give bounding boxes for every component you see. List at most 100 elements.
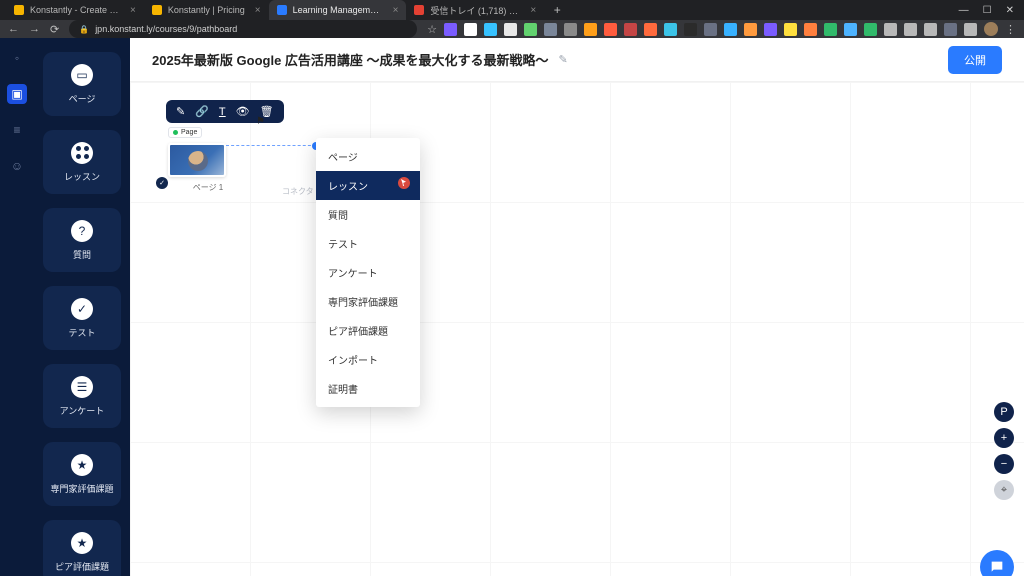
- publish-button[interactable]: 公開: [948, 46, 1002, 74]
- menu-item-lesson[interactable]: レッスン: [316, 171, 420, 200]
- palette-lesson[interactable]: レッスン: [43, 130, 121, 194]
- palette-test[interactable]: ✓ テスト: [43, 286, 121, 350]
- rail-user-icon[interactable]: ☺: [7, 156, 27, 176]
- nav-forward-icon[interactable]: →: [29, 23, 40, 35]
- menu-item-import[interactable]: インポート: [316, 345, 420, 374]
- address-bar[interactable]: 🔒 jpn.konstant.ly/courses/9/pathboard: [69, 20, 417, 38]
- browser-tab[interactable]: Konstantly - Create workplace ×: [6, 0, 144, 20]
- lesson-icon: [71, 142, 93, 164]
- new-tab-button[interactable]: +: [548, 1, 566, 19]
- nav-reload-icon[interactable]: ⟳: [50, 23, 59, 36]
- rail-home-icon[interactable]: ◦: [7, 48, 27, 68]
- course-header: 2025年最新版 Google 広告活用講座 〜成果を最大化する最新戦略〜 ✎ …: [130, 38, 1024, 82]
- extension-icon[interactable]: [804, 23, 817, 36]
- extension-icon[interactable]: [884, 23, 897, 36]
- question-icon: ?: [71, 220, 93, 242]
- nav-rail: ◦ ▣ ≡ ☺: [0, 38, 34, 576]
- nav-back-icon[interactable]: ←: [8, 23, 19, 35]
- extension-icon[interactable]: [484, 23, 497, 36]
- menu-item-survey[interactable]: アンケート: [316, 258, 420, 287]
- tool-text-icon[interactable]: T: [219, 106, 226, 118]
- extension-icon[interactable]: [764, 23, 777, 36]
- menu-icon[interactable]: ⋮: [1005, 23, 1016, 36]
- extension-icon[interactable]: [824, 23, 837, 36]
- edit-title-icon[interactable]: ✎: [559, 53, 568, 66]
- menu-item-page[interactable]: ページ: [316, 142, 420, 171]
- extension-icon[interactable]: [524, 23, 537, 36]
- zoom-in-button[interactable]: +: [994, 428, 1014, 448]
- extension-icon[interactable]: [904, 23, 917, 36]
- extension-icon[interactable]: [724, 23, 737, 36]
- palette-expert-review[interactable]: ★ 専門家評価課題: [43, 442, 121, 506]
- rail-share-icon[interactable]: ≡: [7, 120, 27, 140]
- page-icon: ▭: [71, 64, 93, 86]
- tool-edit-icon[interactable]: ✎: [176, 105, 185, 118]
- extension-icon[interactable]: [624, 23, 637, 36]
- node-toolbar: ✎ 🔗 T 👁 🗑: [166, 100, 284, 123]
- node-type-label: Page: [181, 129, 197, 136]
- extension-icon[interactable]: [944, 23, 957, 36]
- chat-fab[interactable]: [980, 550, 1014, 576]
- extension-icon[interactable]: [584, 23, 597, 36]
- extension-icon[interactable]: [844, 23, 857, 36]
- pathboard-canvas[interactable]: ✎ 🔗 T 👁 🗑 ⚑ Page ✓ ページ 1: [130, 82, 1024, 576]
- star-icon[interactable]: ☆: [427, 23, 437, 36]
- palette-survey[interactable]: ☰ アンケート: [43, 364, 121, 428]
- profile-avatar-icon[interactable]: [984, 22, 998, 36]
- app-body: ◦ ▣ ≡ ☺ ▭ ページ レッスン ? 質問 ✓ テスト: [0, 38, 1024, 576]
- lock-icon: 🔒: [79, 25, 89, 34]
- extension-icon[interactable]: [864, 23, 877, 36]
- zoom-out-button[interactable]: −: [994, 454, 1014, 474]
- extension-icon[interactable]: [444, 23, 457, 36]
- flag-icon[interactable]: ⚑: [256, 116, 265, 127]
- close-icon[interactable]: ×: [255, 5, 261, 16]
- palette-peer-review[interactable]: ★ ピア評価課題: [43, 520, 121, 576]
- tool-preview-icon[interactable]: 👁: [236, 105, 250, 118]
- node-label: ページ 1: [168, 182, 248, 193]
- menu-item-test[interactable]: テスト: [316, 229, 420, 258]
- close-icon[interactable]: ×: [530, 5, 536, 16]
- tool-link-icon[interactable]: 🔗: [195, 105, 209, 118]
- window-close-icon[interactable]: ✕: [1006, 5, 1014, 16]
- browser-tab[interactable]: Konstantly | Pricing ×: [144, 0, 269, 20]
- connector-line[interactable]: [226, 145, 316, 147]
- close-icon[interactable]: ×: [393, 5, 399, 16]
- extension-icon[interactable]: [684, 23, 697, 36]
- extension-icon[interactable]: [644, 23, 657, 36]
- window-minimize-icon[interactable]: —: [959, 5, 969, 16]
- status-dot-icon: [173, 130, 178, 135]
- browser-tab[interactable]: Learning Management Syste ×: [269, 0, 407, 20]
- recenter-button[interactable]: ⌖: [994, 480, 1014, 500]
- extension-icon[interactable]: [464, 23, 477, 36]
- extension-icon[interactable]: [704, 23, 717, 36]
- tab-title: 受信トレイ (1,718) - tensen1256: [430, 4, 520, 17]
- add-element-menu: ページ レッスン 質問 テスト アンケート 専門家評価課題 ピア評価課題 インポ…: [316, 138, 420, 407]
- palette-question[interactable]: ? 質問: [43, 208, 121, 272]
- extension-icon[interactable]: [564, 23, 577, 36]
- browser-tab[interactable]: 受信トレイ (1,718) - tensen1256 ×: [406, 0, 544, 20]
- extension-icon[interactable]: [784, 23, 797, 36]
- favicon-icon: [414, 5, 424, 15]
- star-icon: ★: [71, 454, 93, 476]
- extension-icon[interactable]: [924, 23, 937, 36]
- window-maximize-icon[interactable]: ☐: [983, 5, 992, 16]
- close-icon[interactable]: ×: [130, 5, 136, 16]
- node-page[interactable]: Page ✓ ページ 1: [168, 122, 248, 193]
- palette-label: テスト: [68, 326, 95, 339]
- menu-item-certificate[interactable]: 証明書: [316, 374, 420, 403]
- rail-builder-icon[interactable]: ▣: [7, 84, 27, 104]
- extension-icon[interactable]: [744, 23, 757, 36]
- extension-icon[interactable]: [544, 23, 557, 36]
- menu-item-question[interactable]: 質問: [316, 200, 420, 229]
- extension-icon[interactable]: [964, 23, 977, 36]
- extension-icon[interactable]: [664, 23, 677, 36]
- extension-icon[interactable]: [604, 23, 617, 36]
- browser-toolbar: ← → ⟳ 🔒 jpn.konstant.ly/courses/9/pathbo…: [0, 20, 1024, 38]
- profile-badge[interactable]: P: [994, 402, 1014, 422]
- menu-item-expert[interactable]: 専門家評価課題: [316, 287, 420, 316]
- menu-item-peer[interactable]: ピア評価課題: [316, 316, 420, 345]
- node-type-tag: Page: [168, 127, 202, 138]
- palette-page[interactable]: ▭ ページ: [43, 52, 121, 116]
- canvas-controls: P + − ⌖: [994, 402, 1014, 500]
- extension-icon[interactable]: [504, 23, 517, 36]
